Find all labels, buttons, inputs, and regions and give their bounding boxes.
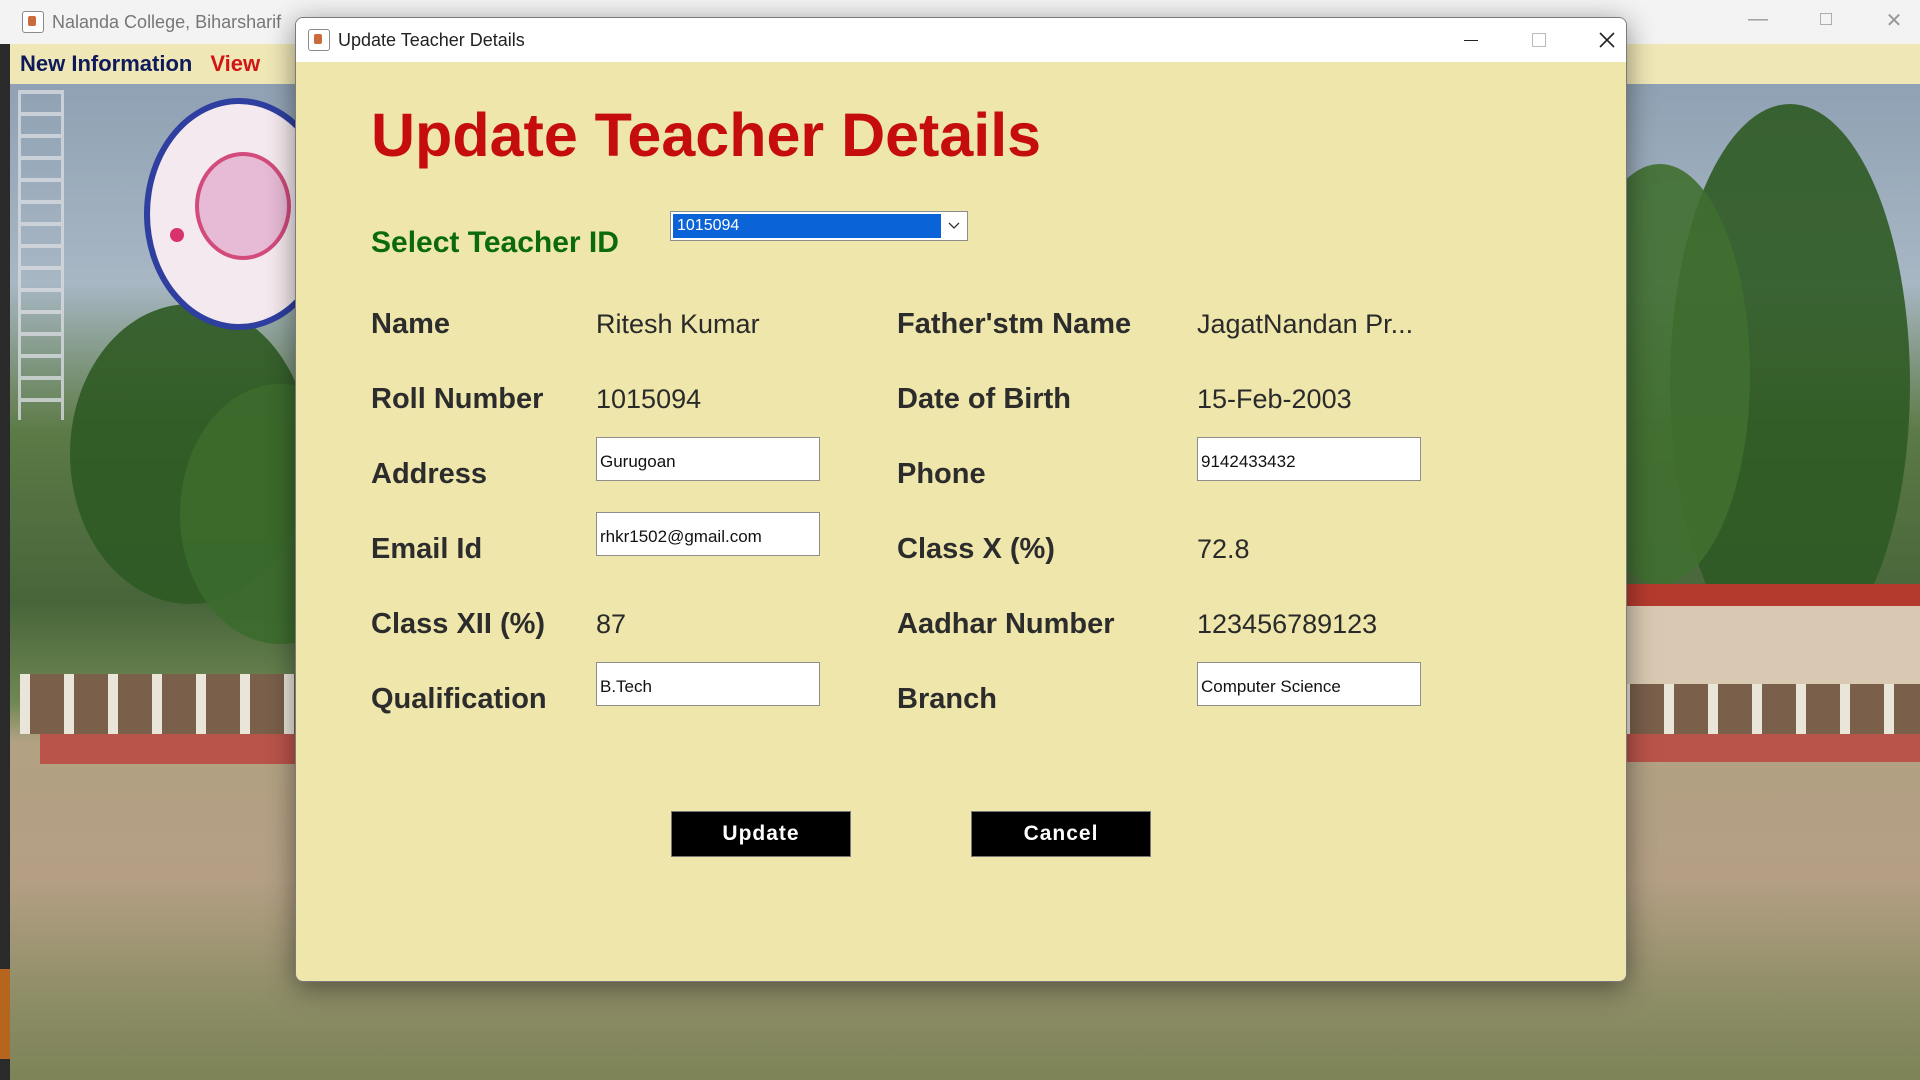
branch-label: Branch bbox=[897, 683, 997, 715]
address-label: Address bbox=[371, 458, 488, 490]
phone-label: Phone bbox=[897, 458, 986, 490]
tower-structure bbox=[18, 90, 64, 420]
teacher-id-dropdown[interactable]: 1015094 bbox=[670, 211, 968, 241]
date-of-birth-value: 15-Feb-2003 bbox=[1197, 384, 1352, 414]
name-label: Name bbox=[371, 308, 450, 340]
update-teacher-dialog: Update Teacher Details Update Teacher De… bbox=[295, 17, 1627, 982]
minimize-icon bbox=[1464, 39, 1478, 41]
close-button[interactable] bbox=[1573, 18, 1626, 62]
name-value: Ritesh Kumar bbox=[596, 309, 760, 339]
main-close-button[interactable]: ✕ bbox=[1874, 8, 1914, 33]
update-button[interactable]: Update bbox=[671, 811, 851, 857]
branch-input[interactable] bbox=[1197, 662, 1421, 706]
java-app-icon bbox=[308, 29, 330, 51]
class-x-value: 72.8 bbox=[1197, 534, 1250, 564]
father-name-value: JagatNandan Pr... bbox=[1197, 309, 1414, 339]
class-xii-label: Class XII (%) bbox=[371, 608, 546, 640]
menu-new-information[interactable]: New Information bbox=[20, 51, 192, 77]
teacher-id-selected-value: 1015094 bbox=[673, 214, 941, 238]
maximize-icon bbox=[1532, 33, 1546, 47]
address-input[interactable] bbox=[596, 437, 820, 481]
main-maximize-button[interactable]: □ bbox=[1806, 8, 1846, 31]
chevron-down-icon[interactable] bbox=[947, 218, 961, 232]
roll-number-value: 1015094 bbox=[596, 384, 702, 414]
java-app-icon bbox=[22, 11, 44, 33]
menu-view[interactable]: View bbox=[210, 51, 260, 77]
phone-input[interactable] bbox=[1197, 437, 1421, 481]
minimize-button[interactable] bbox=[1437, 18, 1505, 62]
cancel-button[interactable]: Cancel bbox=[971, 811, 1151, 857]
dialog-titlebar: Update Teacher Details bbox=[296, 18, 1626, 62]
close-icon bbox=[1599, 32, 1615, 48]
roll-number-label: Roll Number bbox=[371, 383, 544, 415]
desktop-edge bbox=[0, 44, 10, 1080]
main-minimize-button[interactable]: — bbox=[1738, 8, 1778, 31]
aadhar-number-value: 123456789123 bbox=[1197, 609, 1378, 639]
email-input[interactable] bbox=[596, 512, 820, 556]
father-name-label: Father'stm Name bbox=[897, 308, 1132, 340]
dialog-title: Update Teacher Details bbox=[338, 29, 525, 50]
qualification-input[interactable] bbox=[596, 662, 820, 706]
class-x-label: Class X (%) bbox=[897, 533, 1055, 565]
page-title: Update Teacher Details bbox=[371, 101, 1042, 169]
qualification-label: Qualification bbox=[371, 683, 547, 715]
date-of-birth-label: Date of Birth bbox=[897, 383, 1071, 415]
main-window-title: Nalanda College, Biharsharif bbox=[52, 11, 282, 32]
email-label: Email Id bbox=[371, 533, 483, 565]
class-xii-value: 87 bbox=[596, 609, 627, 639]
aadhar-number-label: Aadhar Number bbox=[897, 608, 1115, 640]
maximize-button[interactable] bbox=[1505, 18, 1573, 62]
select-teacher-id-label: Select Teacher ID bbox=[371, 226, 619, 259]
